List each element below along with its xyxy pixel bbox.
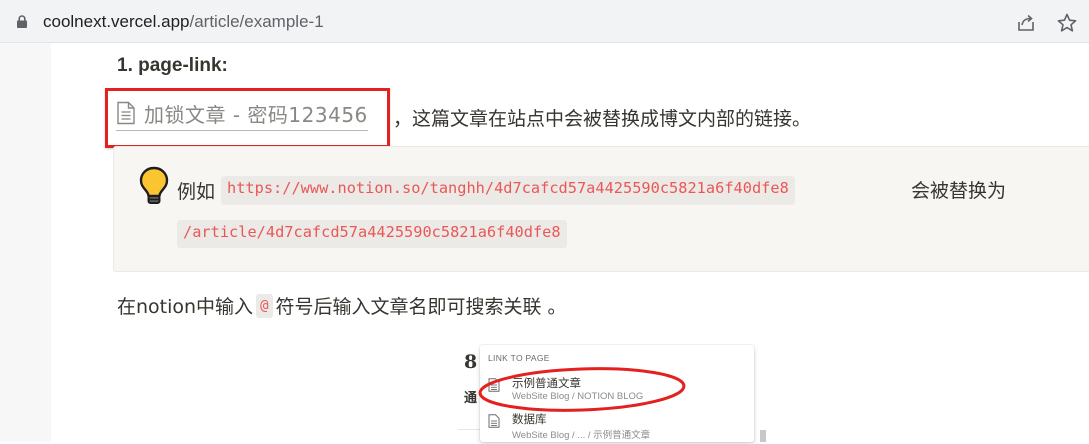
lock-icon[interactable] — [16, 15, 28, 28]
menu-item: 示例普通文章 WebSite Blog / NOTION BLOG — [488, 374, 748, 408]
para-text-before: 在notion中输入 — [117, 296, 254, 318]
page-icon — [488, 378, 500, 392]
page-link-label: 加锁文章 - 密码123456 — [144, 102, 368, 127]
instruction-paragraph: 在notion中输入 @ 符号后输入文章名即可搜索关联 。 — [117, 292, 567, 319]
para-text-after: 符号后输入文章名即可搜索关联 。 — [275, 296, 567, 318]
link-to-page-menu: LINK TO PAGE 示例普通文章 WebSite Blog / NOTIO… — [480, 345, 754, 442]
page-link[interactable]: 加锁文章 - 密码123456 — [116, 96, 368, 131]
section-heading: 1. page-link: — [117, 55, 228, 76]
screenshot-scrollbar — [760, 430, 766, 442]
menu-item-title: 数据库 — [512, 412, 547, 426]
browser-address-bar: coolnext.vercel.app/article/example-1 — [0, 0, 1089, 43]
inline-code-at: @ — [256, 293, 273, 318]
menu-item-path: WebSite Blog / NOTION BLOG — [512, 391, 644, 402]
url-path: /article/example-1 — [189, 12, 324, 31]
left-sidebar — [0, 43, 51, 442]
url-text[interactable]: coolnext.vercel.app/article/example-1 — [43, 12, 324, 32]
document-icon — [117, 101, 135, 125]
inline-code-notion-url: https://www.notion.so/tanghh/4d7cafcd57a… — [221, 176, 795, 205]
callout-block — [113, 146, 1089, 272]
menu-item-path: WebSite Blog / ... / 示例普通文章 — [512, 430, 651, 441]
screenshot-bg-char: 通 — [464, 391, 478, 406]
body-text: ，这篇文章在站点中会被替换成博文内部的链接。 — [393, 108, 812, 130]
lightbulb-icon — [139, 166, 169, 204]
share-icon[interactable] — [1016, 13, 1036, 33]
url-host: coolnext.vercel.app — [43, 12, 190, 31]
page-icon — [488, 414, 500, 428]
menu-header: LINK TO PAGE — [488, 353, 550, 363]
url-field[interactable]: coolnext.vercel.app/article/example-1 — [0, 4, 1089, 38]
inline-code-article-path: /article/4d7cafcd57a4425590c5821a6f40dfe… — [177, 220, 567, 248]
bookmark-star-icon[interactable] — [1056, 12, 1078, 34]
menu-item-title: 示例普通文章 — [512, 376, 581, 390]
embedded-screenshot: 8 通 LINK TO PAGE 示例普通文章 WebSite Blog / N… — [458, 345, 754, 442]
callout-tail-text: 会被替换为 — [911, 180, 1007, 202]
callout-lead-text: 例如 — [177, 181, 216, 203]
menu-item: 数据库 WebSite Blog / ... / 示例普通文章 — [488, 410, 748, 444]
screenshot-bg-number: 8 — [464, 351, 478, 373]
